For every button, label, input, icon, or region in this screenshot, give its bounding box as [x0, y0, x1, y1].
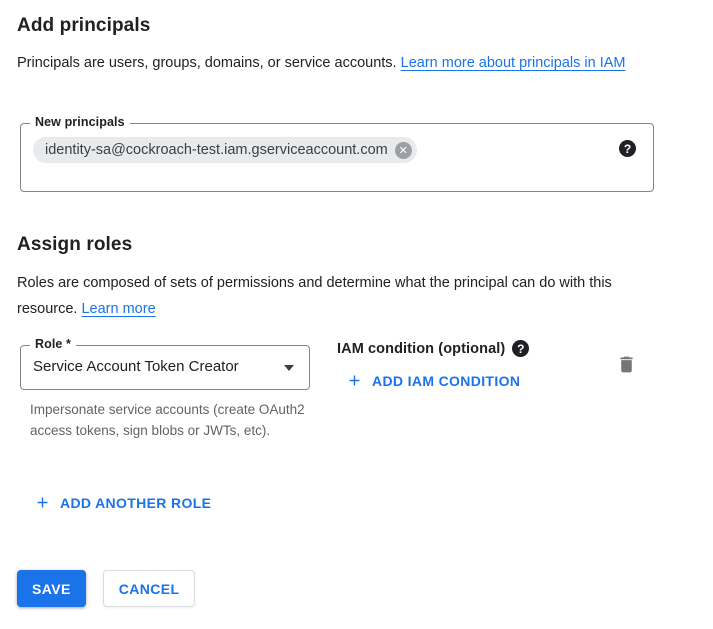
principals-help-icon[interactable]: ? [619, 140, 636, 157]
plus-icon [34, 494, 51, 511]
add-another-role-button[interactable]: ADD ANOTHER ROLE [34, 494, 211, 511]
role-helper-text: Impersonate service accounts (create OAu… [30, 399, 306, 441]
principals-description-text: Principals are users, groups, domains, o… [17, 55, 401, 71]
delete-role-button[interactable] [614, 352, 639, 377]
roles-description: Roles are composed of sets of permission… [17, 271, 635, 322]
learn-more-roles-link[interactable]: Learn more [81, 301, 155, 317]
dialog-actions: SAVE CANCEL [17, 570, 195, 607]
principals-description: Principals are users, groups, domains, o… [17, 51, 679, 77]
role-select[interactable]: Role * Service Account Token Creator [20, 345, 310, 390]
add-iam-condition-button[interactable]: ADD IAM CONDITION [346, 372, 520, 389]
assign-roles-title: Assign roles [17, 234, 132, 256]
cancel-button[interactable]: CANCEL [103, 570, 196, 607]
principal-chip[interactable]: identity-sa@cockroach-test.iam.gservicea… [33, 137, 417, 163]
save-button[interactable]: SAVE [17, 570, 86, 607]
add-another-role-label: ADD ANOTHER ROLE [60, 495, 211, 511]
iam-condition-header: IAM condition (optional) ? [337, 340, 529, 357]
role-select-value: Service Account Token Creator [33, 358, 239, 375]
chevron-down-icon [284, 365, 294, 371]
plus-icon [346, 372, 363, 389]
iam-condition-help-icon[interactable]: ? [512, 340, 529, 357]
learn-more-principals-link[interactable]: Learn more about principals in IAM [401, 55, 626, 71]
new-principals-label: New principals [30, 115, 130, 129]
chip-remove-icon[interactable]: ✕ [395, 142, 412, 159]
role-select-label: Role * [30, 337, 76, 351]
page-title: Add principals [17, 15, 150, 37]
new-principals-field[interactable]: New principals identity-sa@cockroach-tes… [20, 123, 654, 192]
add-principals-panel: Add principals Principals are users, gro… [0, 0, 713, 629]
add-iam-condition-label: ADD IAM CONDITION [372, 373, 520, 389]
trash-icon [616, 354, 637, 375]
iam-condition-label: IAM condition (optional) [337, 341, 505, 357]
principal-chip-text: identity-sa@cockroach-test.iam.gservicea… [45, 142, 388, 158]
